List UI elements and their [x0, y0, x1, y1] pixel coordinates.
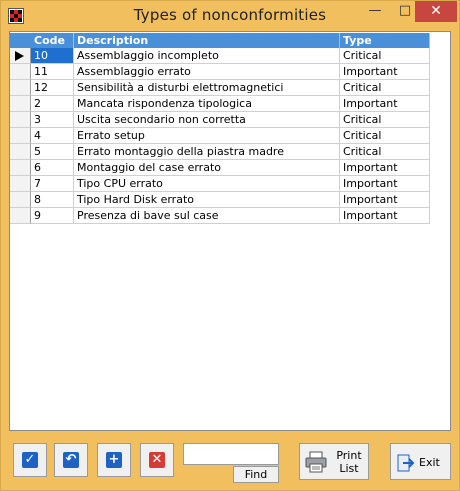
cell-code[interactable]: 4 [31, 128, 74, 144]
table-row[interactable]: 12 Sensibilità a disturbi elettromagnetic… [10, 80, 430, 96]
undo-icon: ↶ [63, 452, 79, 468]
cell-code[interactable]: 3 [31, 112, 74, 128]
app-window: Types of nonconformities — □ ✕ Code Desc… [0, 0, 460, 491]
row-selector[interactable] [10, 128, 31, 144]
cell-code[interactable]: 12 [31, 80, 74, 96]
cell-description[interactable]: Mancata rispondenza tipologica [74, 96, 340, 112]
column-header-description[interactable]: Description [74, 33, 340, 48]
cell-type[interactable]: Important [340, 96, 430, 112]
title-bar: Types of nonconformities — □ ✕ [1, 1, 459, 31]
cell-type[interactable]: Important [340, 160, 430, 176]
row-selector[interactable] [10, 112, 31, 128]
cell-type[interactable]: Critical [340, 48, 430, 64]
cell-code[interactable]: 9 [31, 208, 74, 224]
grid-header: Code Description Type [10, 33, 430, 48]
cell-type[interactable]: Critical [340, 112, 430, 128]
cell-description[interactable]: Sensibilità a disturbi elettromagnetici [74, 80, 340, 96]
table-row[interactable]: 6 Montaggio del case errato Important [10, 160, 430, 176]
cell-description[interactable]: Presenza di bave sul case [74, 208, 340, 224]
table-row[interactable]: 2 Mancata rispondenza tipologica Important [10, 96, 430, 112]
plus-icon: + [106, 452, 122, 468]
cell-type[interactable]: Critical [340, 128, 430, 144]
cell-description[interactable]: Uscita secondario non corretta [74, 112, 340, 128]
row-selector[interactable] [10, 48, 31, 64]
table-row[interactable]: 8 Tipo Hard Disk errato Important [10, 192, 430, 208]
column-header-code[interactable]: Code [31, 33, 74, 48]
cell-type[interactable]: Important [340, 64, 430, 80]
row-selector[interactable] [10, 192, 31, 208]
cell-type[interactable]: Critical [340, 80, 430, 96]
table-row[interactable]: 4 Errato setup Critical [10, 128, 430, 144]
print-label-line1: Print [336, 449, 362, 462]
row-selector[interactable] [10, 80, 31, 96]
confirm-button[interactable]: ✓ [13, 443, 47, 477]
row-selector[interactable] [10, 96, 31, 112]
row-selector[interactable] [10, 208, 31, 224]
table-row[interactable]: 9 Presenza di bave sul case Important [10, 208, 430, 224]
checkmark-icon: ✓ [22, 452, 38, 468]
exit-label: Exit [419, 456, 440, 469]
cell-type[interactable]: Important [340, 208, 430, 224]
table-row[interactable]: 11 Assemblaggio errato Important [10, 64, 430, 80]
search-input[interactable] [183, 443, 279, 465]
cell-code[interactable]: 6 [31, 160, 74, 176]
row-selector[interactable] [10, 144, 31, 160]
delete-x-icon: ✕ [149, 452, 165, 468]
current-row-arrow-icon [15, 51, 24, 61]
row-selector[interactable] [10, 64, 31, 80]
cell-description[interactable]: Errato setup [74, 128, 340, 144]
close-button[interactable]: ✕ [415, 1, 457, 22]
delete-button[interactable]: ✕ [140, 443, 174, 477]
row-selector[interactable] [10, 176, 31, 192]
cell-code[interactable]: 2 [31, 96, 74, 112]
exit-door-icon [397, 454, 415, 472]
table-row[interactable]: 5 Errato montaggio della piastra madre Cri… [10, 144, 430, 160]
cell-description[interactable]: Tipo Hard Disk errato [74, 192, 340, 208]
add-button[interactable]: + [97, 443, 131, 477]
cell-code[interactable]: 7 [31, 176, 74, 192]
cell-code[interactable]: 10 [31, 48, 74, 64]
cell-description[interactable]: Montaggio del case errato [74, 160, 340, 176]
table-row[interactable]: 3 Uscita secondario non corretta Critical [10, 112, 430, 128]
cell-description[interactable]: Errato montaggio della piastra madre [74, 144, 340, 160]
cell-type[interactable]: Important [340, 192, 430, 208]
cell-code[interactable]: 8 [31, 192, 74, 208]
data-grid[interactable]: Code Description Type 10 Assemblaggio inc… [9, 31, 451, 431]
table-row[interactable]: 7 Tipo CPU errato Important [10, 176, 430, 192]
table-row[interactable]: 10 Assemblaggio incompleto Critical [10, 48, 430, 64]
row-selector[interactable] [10, 160, 31, 176]
undo-button[interactable]: ↶ [54, 443, 88, 477]
minimize-button[interactable]: — [361, 1, 389, 22]
cell-code[interactable]: 5 [31, 144, 74, 160]
column-header-type[interactable]: Type [340, 33, 430, 48]
print-list-button[interactable]: Print List [299, 443, 369, 480]
cell-description[interactable]: Tipo CPU errato [74, 176, 340, 192]
cell-type[interactable]: Critical [340, 144, 430, 160]
exit-button[interactable]: Exit [390, 443, 451, 480]
printer-icon [305, 451, 327, 473]
find-button[interactable]: Find [233, 466, 279, 483]
cell-type[interactable]: Important [340, 176, 430, 192]
cell-code[interactable]: 11 [31, 64, 74, 80]
cell-description[interactable]: Assemblaggio incompleto [74, 48, 340, 64]
cell-description[interactable]: Assemblaggio errato [74, 64, 340, 80]
print-label-line2: List [339, 462, 359, 475]
